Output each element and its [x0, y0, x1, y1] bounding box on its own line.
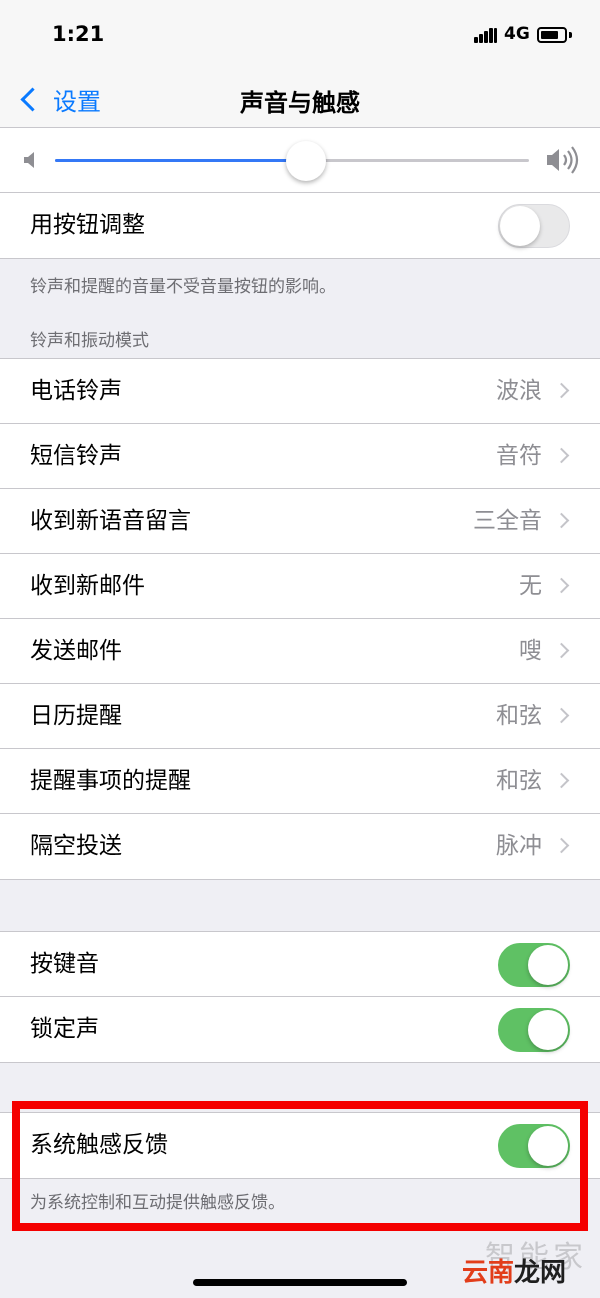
- list-item[interactable]: 提醒事项的提醒 和弦: [0, 749, 600, 814]
- button-adjust-toggle[interactable]: [498, 204, 570, 248]
- row-label: 短信铃声: [30, 443, 122, 469]
- chevron-right-icon: [553, 707, 570, 724]
- row-value: 音符: [496, 443, 542, 469]
- network-label: 4G: [504, 24, 530, 44]
- volume-group: 用按钮调整: [0, 128, 600, 259]
- list-item[interactable]: 短信铃声 音符: [0, 424, 600, 489]
- row-value: 嗖: [519, 638, 542, 664]
- button-adjust-row: 用按钮调整: [0, 193, 600, 258]
- sound-list: 电话铃声 波浪 短信铃声 音符 收到新语音留言 三全音 收到新邮件 无 发送邮件 嗖 日历…: [0, 358, 600, 880]
- watermark-text-b: 龙网: [514, 1258, 567, 1288]
- list-item[interactable]: 发送邮件 嗖: [0, 619, 600, 684]
- watermark-text-a: 云南: [462, 1258, 515, 1288]
- chevron-right-icon: [553, 642, 570, 659]
- volume-slider-thumb[interactable]: [286, 141, 326, 181]
- speaker-low-icon: [24, 152, 34, 168]
- keyboard-clicks-toggle[interactable]: [498, 943, 570, 987]
- battery-tip: [569, 32, 572, 38]
- ringer-note: 铃声和提醒的音量不受音量按钮的影响。: [30, 277, 336, 297]
- list-item[interactable]: 电话铃声 波浪: [0, 359, 600, 424]
- list-item[interactable]: 收到新语音留言 三全音: [0, 489, 600, 554]
- lock-sound-row: 锁定声: [0, 997, 600, 1062]
- status-bar: 1:21 4G: [0, 0, 600, 70]
- row-label: 发送邮件: [30, 638, 122, 664]
- row-label: 电话铃声: [30, 378, 122, 404]
- battery-icon: [537, 27, 567, 43]
- row-label: 收到新邮件: [30, 573, 145, 599]
- button-adjust-label: 用按钮调整: [30, 212, 145, 238]
- chevron-right-icon: [553, 382, 570, 399]
- list-item[interactable]: 日历提醒 和弦: [0, 684, 600, 749]
- list-item[interactable]: 隔空投送 脉冲: [0, 814, 600, 879]
- chevron-right-icon: [553, 837, 570, 854]
- chevron-right-icon: [553, 447, 570, 464]
- row-label: 日历提醒: [30, 703, 122, 729]
- row-value: 三全音: [473, 508, 542, 534]
- toggle-knob: [500, 206, 540, 246]
- row-value: 和弦: [496, 703, 542, 729]
- row-label: 收到新语音留言: [30, 508, 191, 534]
- list-item[interactable]: 收到新邮件 无: [0, 554, 600, 619]
- row-label: 隔空投送: [30, 833, 122, 859]
- toggle-knob: [528, 1010, 568, 1050]
- keyboard-clicks-row: 按键音: [0, 932, 600, 997]
- signal-icon: [474, 27, 498, 43]
- chevron-right-icon: [553, 577, 570, 594]
- chevron-right-icon: [553, 512, 570, 529]
- chevron-right-icon: [553, 772, 570, 789]
- row-value: 和弦: [496, 768, 542, 794]
- page-title: 声音与触感: [240, 89, 360, 117]
- navigation-bar: 设置 声音与触感: [0, 70, 600, 128]
- row-label: 提醒事项的提醒: [30, 768, 191, 794]
- system-sounds-group: 按键音 锁定声: [0, 931, 600, 1063]
- watermark-logo: 云南龙网: [462, 1252, 566, 1289]
- row-label: 锁定声: [30, 1016, 99, 1042]
- row-value: 脉冲: [496, 833, 542, 859]
- status-time: 1:21: [52, 22, 105, 46]
- home-indicator[interactable]: [193, 1279, 407, 1286]
- volume-slider-row: [0, 128, 600, 193]
- row-label: 按键音: [30, 951, 99, 977]
- lock-sound-toggle[interactable]: [498, 1008, 570, 1052]
- row-value: 无: [519, 573, 542, 599]
- ringtone-section-header: 铃声和振动模式: [30, 331, 149, 351]
- row-value: 波浪: [496, 378, 542, 404]
- toggle-knob: [528, 945, 568, 985]
- volume-slider-fill: [55, 159, 306, 162]
- speaker-high-icon: [547, 146, 579, 174]
- highlight-annotation-box: [12, 1101, 588, 1231]
